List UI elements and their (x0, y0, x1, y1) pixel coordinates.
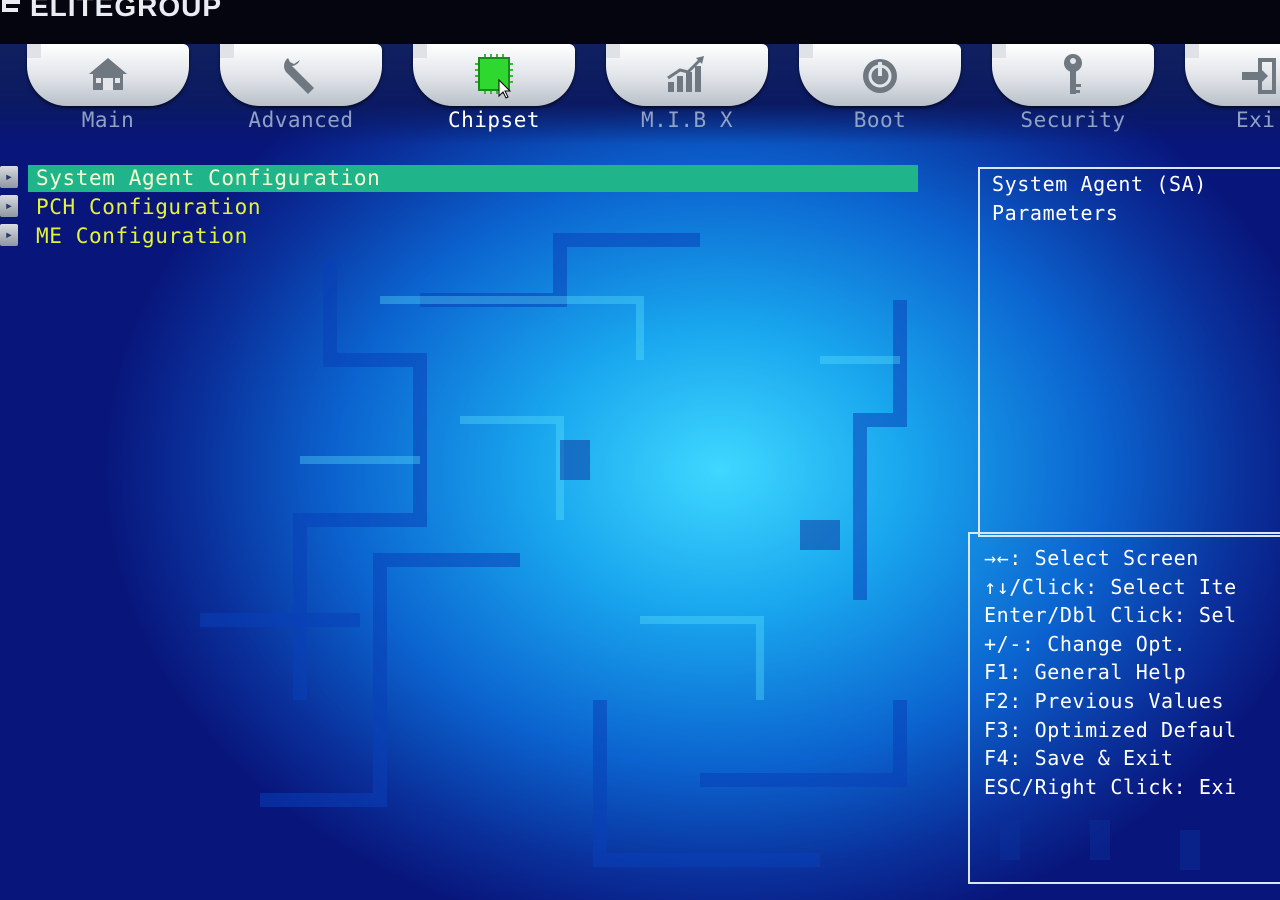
key-legend: →←: Select Screen ↑↓/Click: Select Ite E… (984, 544, 1280, 801)
tab-main[interactable]: Main (23, 44, 193, 144)
key-hint: ↑↓/Click: Select Ite (984, 574, 1237, 599)
key-hint: →←: Select Screen (984, 546, 1199, 570)
tab-main-label: Main (81, 108, 135, 132)
key-hint: F1: General Help (984, 660, 1187, 685)
tab-exit[interactable]: Exi (1181, 44, 1280, 144)
ecs-logo-icon (2, 0, 20, 12)
tab-chipset[interactable]: Chipset (409, 44, 579, 144)
home-icon (89, 58, 127, 90)
tab-security-label: Security (1020, 108, 1126, 132)
tab-advanced-label: Advanced (248, 108, 354, 132)
exit-icon (1242, 58, 1276, 94)
tab-advanced[interactable]: Advanced (216, 44, 386, 144)
wrench-icon (284, 58, 314, 94)
menu-item-label: System Agent Configuration (28, 165, 918, 192)
menu-item-pch[interactable]: ▸ PCH Configuration (0, 193, 920, 222)
menu-item-label: PCH Configuration (36, 195, 262, 219)
tab-boot[interactable]: Boot (795, 44, 965, 144)
brand-logo: ELITEGROUP (0, 0, 222, 22)
tab-exit-label: Exi (1236, 108, 1276, 132)
key-hint: F4: Save & Exit (984, 746, 1174, 771)
key-hint: F2: Previous Values (984, 688, 1225, 713)
tab-boot-label: Boot (853, 108, 907, 132)
tab-chipset-label: Chipset (447, 108, 540, 132)
brand-name: ELITEGROUP (30, 0, 223, 22)
chipset-menu: ▸ System Agent Configuration ▸ PCH Confi… (0, 164, 920, 251)
power-icon (863, 59, 897, 93)
help-line: System Agent (SA) (992, 172, 1207, 196)
key-hint: Enter/Dbl Click: Sel (984, 603, 1237, 628)
tab-mibx[interactable]: M.I.B X (602, 44, 772, 144)
submenu-arrow-icon: ▸ (0, 195, 18, 217)
menu-item-label: ME Configuration (36, 224, 248, 248)
key-icon (1064, 54, 1082, 94)
menu-item-system-agent[interactable]: ▸ System Agent Configuration (0, 164, 920, 193)
chip-icon (475, 54, 513, 99)
submenu-arrow-icon: ▸ (0, 166, 18, 188)
key-hint: F3: Optimized Defaul (984, 717, 1237, 742)
menu-item-me[interactable]: ▸ ME Configuration (0, 222, 920, 251)
submenu-arrow-icon: ▸ (0, 224, 18, 246)
tab-mibx-label: M.I.B X (640, 108, 733, 132)
help-description: System Agent (SA) Parameters (992, 170, 1280, 228)
chart-icon (667, 56, 704, 92)
key-hint: ESC/Right Click: Exi (984, 774, 1237, 799)
key-hint: +/-: Change Opt. (984, 631, 1187, 656)
tab-security[interactable]: Security (988, 44, 1158, 144)
help-line: Parameters (992, 201, 1119, 225)
